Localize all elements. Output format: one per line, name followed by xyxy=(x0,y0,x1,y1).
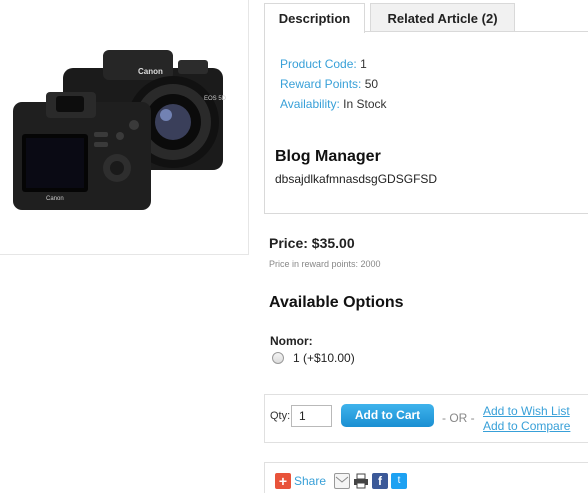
option-radio[interactable] xyxy=(272,352,284,364)
option-choice[interactable]: 1 (+$10.00) xyxy=(272,351,355,365)
options-title: Available Options xyxy=(269,294,404,311)
tab-description[interactable]: Description xyxy=(264,3,365,33)
availability-label: Availability: xyxy=(280,97,340,111)
add-to-compare-link[interactable]: Add to Compare xyxy=(483,419,570,433)
reward-points-label: Reward Points: xyxy=(280,77,362,91)
product-code-value: 1 xyxy=(360,57,367,71)
option-choice-label: 1 (+$10.00) xyxy=(293,351,355,365)
product-image[interactable]: Canon EOS 5D Canon xyxy=(8,40,233,215)
qty-input[interactable]: 1 xyxy=(291,405,332,427)
product-code-row: Product Code: 1 xyxy=(280,54,387,74)
reward-price-note: Price in reward points: 2000 xyxy=(269,259,381,269)
tab-related-article[interactable]: Related Article (2) xyxy=(370,3,515,32)
facebook-icon[interactable]: f xyxy=(372,473,389,489)
price: Price: $35.00 xyxy=(269,235,355,251)
camera-brand-rear: Canon xyxy=(46,196,64,202)
share-row: + Share f t xyxy=(275,473,408,489)
reward-points-value: 50 xyxy=(364,77,379,91)
twitter-icon[interactable]: t xyxy=(391,473,408,489)
product-tabs: Description Related Article (2) xyxy=(264,3,588,33)
add-to-cart-button[interactable]: Add to Cart xyxy=(341,404,434,427)
add-to-wish-list-link[interactable]: Add to Wish List xyxy=(483,404,570,418)
product-image-panel[interactable]: Canon EOS 5D Canon xyxy=(0,0,249,255)
plus-icon[interactable]: + xyxy=(275,473,291,489)
share-panel: + Share f t xyxy=(264,462,588,493)
or-separator: - OR - xyxy=(442,411,475,425)
share-link[interactable]: Share xyxy=(294,474,326,488)
tab-content-description: Product Code: 1 Reward Points: 50 Availa… xyxy=(264,31,588,214)
camera-brand-front: Canon xyxy=(138,67,163,76)
print-icon[interactable] xyxy=(353,473,369,489)
product-meta: Product Code: 1 Reward Points: 50 Availa… xyxy=(280,54,387,114)
description-title: Blog Manager xyxy=(275,148,381,165)
camera-rear-view: Canon xyxy=(13,92,151,210)
svg-text:EOS 5D: EOS 5D xyxy=(204,96,227,102)
qty-label: Qty: xyxy=(270,410,291,422)
reward-points-row: Reward Points: 50 xyxy=(280,74,387,94)
product-code-label: Product Code: xyxy=(280,57,357,71)
availability-row: Availability: In Stock xyxy=(280,94,387,114)
description-text: dbsajdlkafmnasdsgGDSGFSD xyxy=(275,172,438,186)
option-group-label: Nomor: xyxy=(270,334,313,348)
availability-value: In Stock xyxy=(343,97,387,111)
mail-icon[interactable] xyxy=(334,473,351,489)
cart-panel: Qty: 1 Add to Cart - OR - Add to Wish Li… xyxy=(264,394,588,443)
